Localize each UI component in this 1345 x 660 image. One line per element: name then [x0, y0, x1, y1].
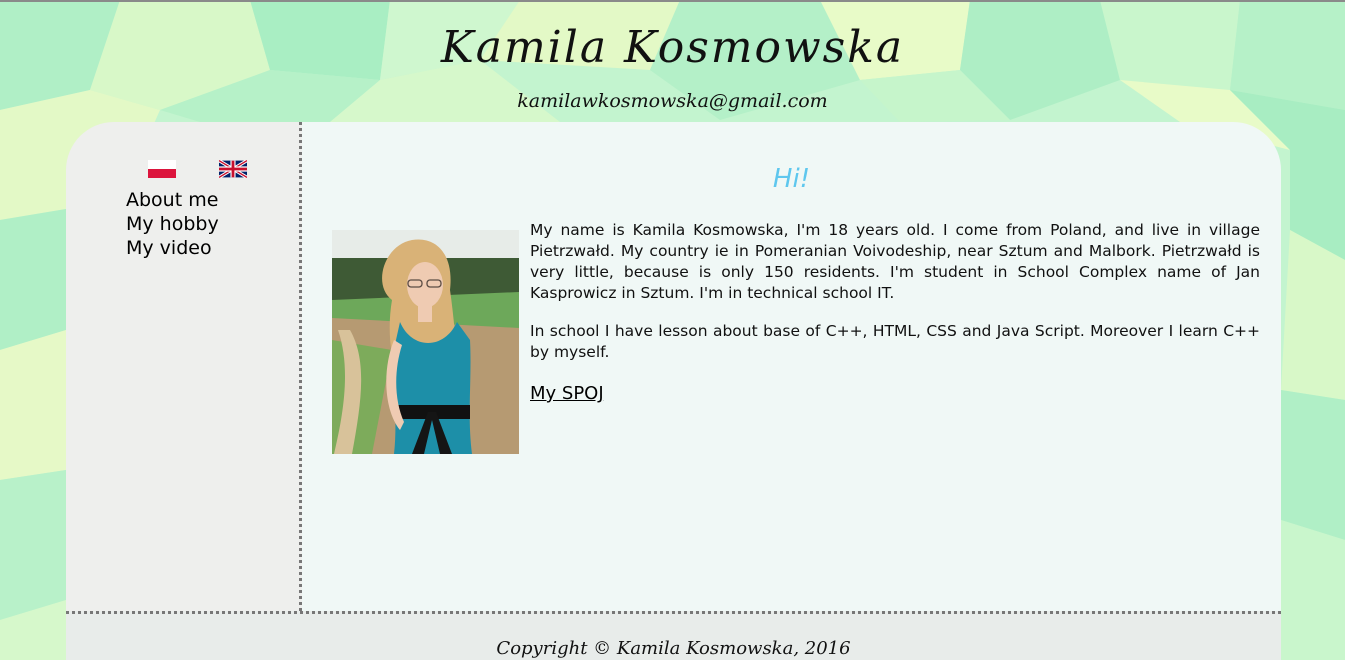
main-content: Hi! My name is Kamila Kosmowska, I'm 18 …: [302, 122, 1281, 611]
poland-flag-icon[interactable]: [148, 160, 176, 178]
menu-item-my-hobby[interactable]: My hobby: [126, 212, 219, 236]
site-title: Kamila Kosmowska: [440, 22, 905, 73]
sidebar: About me My hobby My video: [66, 122, 302, 611]
top-border: [0, 0, 1345, 2]
about-paragraph-2: In school I have lesson about base of C+…: [530, 322, 1260, 361]
site-footer: Copyright © Kamila Kosmowska, 2016: [66, 611, 1281, 660]
page-container: About me My hobby My video Hi! My name i…: [66, 122, 1281, 660]
greeting-heading: Hi!: [772, 164, 811, 194]
copyright-text: Copyright © Kamila Kosmowska, 2016: [496, 638, 851, 659]
site-header: Kamila Kosmowska kamilawkosmowska@gmail.…: [0, 0, 1345, 122]
about-text: My name is Kamila Kosmowska, I'm 18 year…: [530, 220, 1260, 405]
uk-flag-icon[interactable]: [219, 160, 247, 178]
menu-item-about-me[interactable]: About me: [126, 188, 219, 212]
about-paragraph-1: My name is Kamila Kosmowska, I'm 18 year…: [530, 221, 1260, 302]
main-menu: About me My hobby My video: [126, 188, 219, 260]
contact-email: kamilawkosmowska@gmail.com: [517, 90, 828, 112]
spoj-link[interactable]: My SPOJ: [530, 383, 604, 404]
profile-photo: [332, 230, 519, 454]
menu-item-my-video[interactable]: My video: [126, 236, 219, 260]
